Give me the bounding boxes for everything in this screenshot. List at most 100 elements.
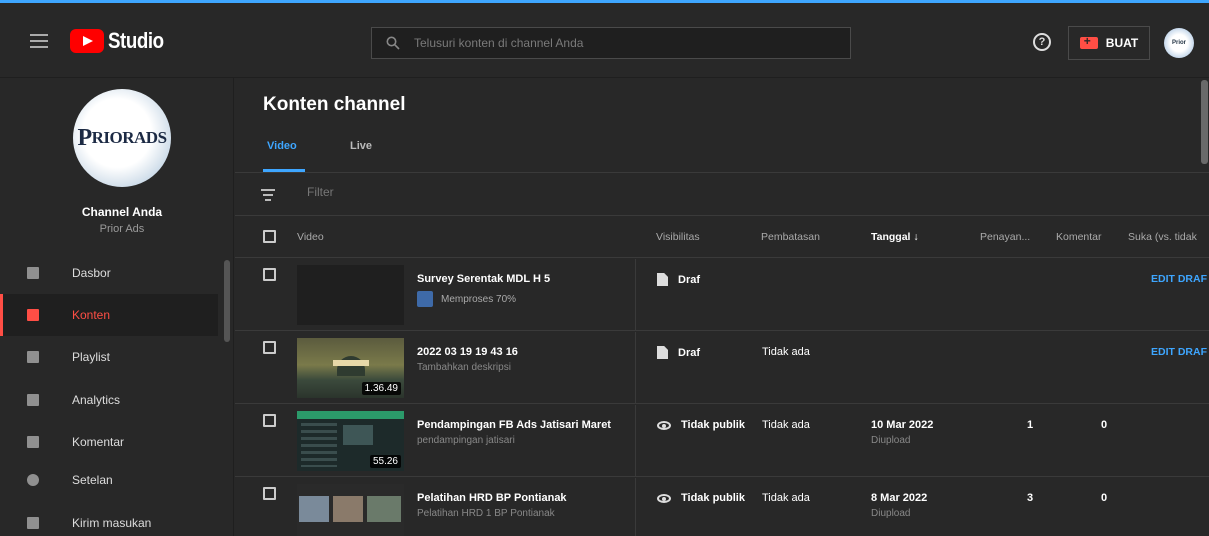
divider: [635, 332, 636, 404]
column-restrictions[interactable]: Pembatasan: [761, 231, 820, 243]
visibility-value: Tidak publik: [681, 492, 745, 504]
column-likes[interactable]: Suka (vs. tidak: [1128, 231, 1197, 243]
restriction-value: Tidak ada: [762, 492, 810, 504]
avatar-logo-p: P: [77, 124, 92, 151]
column-video[interactable]: Video: [297, 231, 324, 243]
screen-list-shape: [301, 423, 337, 467]
visibility-cell[interactable]: Draf: [657, 346, 700, 359]
banner-shape: [333, 360, 369, 366]
video-description[interactable]: Tambahkan deskripsi: [417, 362, 511, 373]
edit-draft-button[interactable]: EDIT DRAF: [1151, 273, 1207, 285]
filter-input[interactable]: [307, 185, 807, 199]
video-thumbnail[interactable]: [297, 484, 404, 536]
sidebar-item-label: Komentar: [72, 435, 125, 449]
sidebar-item-label: Konten: [72, 308, 111, 322]
row-checkbox[interactable]: [263, 487, 276, 500]
date-status: Diupload: [871, 508, 911, 519]
create-label: BUAT: [1105, 36, 1139, 50]
video-thumbnail[interactable]: [297, 265, 404, 325]
date-value: 8 Mar 2022: [871, 492, 928, 504]
search-icon: [386, 36, 400, 50]
main-scrollbar[interactable]: [1201, 80, 1208, 164]
video-duration: 1.36.49: [361, 382, 401, 395]
channel-name: Prior Ads: [99, 223, 145, 235]
comments-value: 0: [1101, 492, 1108, 504]
video-tile-shape: [367, 496, 401, 522]
table-row[interactable]: 1.36.49 2022 03 19 19 43 16 Tambahkan de…: [235, 332, 1209, 404]
comments-value: 0: [1101, 419, 1108, 431]
edit-draft-button[interactable]: EDIT DRAF: [1151, 346, 1207, 358]
create-video-icon: [1079, 34, 1098, 49]
sidebar-item-label: Setelan: [72, 473, 113, 487]
sidebar-item-playlist[interactable]: Playlist: [0, 336, 218, 378]
video-tile-shape: [333, 496, 363, 522]
column-visibility[interactable]: Visibilitas: [656, 231, 700, 243]
sidebar-item-label: Kirim masukan: [72, 516, 152, 530]
row-checkbox[interactable]: [263, 268, 276, 281]
search-input[interactable]: [414, 36, 814, 50]
channel-avatar[interactable]: P RIORADS: [73, 89, 171, 187]
video-duration: 55.26: [369, 455, 401, 468]
main-content: Konten channel Video Live Video Visibili…: [235, 78, 1209, 536]
divider: [635, 259, 636, 331]
video-title[interactable]: 2022 03 19 19 43 16: [417, 346, 518, 358]
sidebar: P RIORADS Channel Anda Prior Ads Dasbor K…: [0, 78, 234, 536]
search-bar[interactable]: [371, 27, 851, 59]
account-avatar[interactable]: Prior: [1164, 28, 1194, 58]
table-row[interactable]: Survey Serentak MDL H 5 Memproses 70% Dr…: [235, 259, 1209, 331]
gear-icon: [27, 474, 39, 486]
video-title[interactable]: Survey Serentak MDL H 5: [417, 273, 550, 285]
tab-video[interactable]: Video: [267, 140, 297, 152]
video-title[interactable]: Pelatihan HRD BP Pontianak: [417, 492, 567, 504]
analytics-icon: [27, 394, 39, 406]
video-title[interactable]: Pendampingan FB Ads Jatisari Maret: [417, 419, 611, 431]
page-title: Konten channel: [263, 94, 406, 115]
divider: [635, 405, 636, 477]
sidebar-item-analytics[interactable]: Analytics: [0, 379, 218, 421]
menu-icon[interactable]: [30, 34, 48, 48]
content-icon: [27, 309, 39, 321]
column-views[interactable]: Penayan...: [980, 231, 1030, 243]
help-icon[interactable]: ?: [1033, 33, 1051, 51]
visibility-cell[interactable]: Tidak publik: [657, 419, 745, 431]
visibility-value: Draf: [678, 273, 701, 286]
divider: [235, 172, 1209, 173]
top-bar: Studio ? BUAT Prior: [0, 0, 1209, 78]
table-row[interactable]: 55.26 Pendampingan FB Ads Jatisari Maret…: [235, 405, 1209, 477]
sidebar-scrollbar[interactable]: [224, 260, 230, 342]
draft-icon: [657, 273, 668, 286]
sidebar-item-label: Analytics: [72, 393, 121, 407]
sidebar-item-dasbor[interactable]: Dasbor: [0, 252, 218, 294]
select-all-checkbox[interactable]: [263, 230, 276, 243]
row-checkbox[interactable]: [263, 414, 276, 427]
restriction-value: Tidak ada: [762, 419, 810, 431]
sidebar-item-kirim-masukan[interactable]: Kirim masukan: [0, 502, 218, 536]
tab-live[interactable]: Live: [350, 140, 372, 152]
studio-logo[interactable]: Studio: [70, 28, 173, 54]
visibility-cell[interactable]: Tidak publik: [657, 492, 745, 504]
processing-status: Memproses 70%: [417, 291, 516, 307]
sidebar-item-setelan[interactable]: Setelan: [0, 459, 218, 501]
sidebar-item-komentar[interactable]: Komentar: [0, 421, 218, 463]
column-date[interactable]: Tanggal ↓: [871, 231, 919, 243]
logo-text: Studio: [108, 28, 164, 53]
youtube-logo-icon: [70, 29, 104, 53]
visibility-cell[interactable]: Draf: [657, 273, 700, 286]
date-status: Diupload: [871, 435, 911, 446]
column-comments[interactable]: Komentar: [1056, 231, 1102, 243]
playlist-icon: [27, 351, 39, 363]
video-tile-shape: [299, 496, 329, 522]
row-checkbox[interactable]: [263, 341, 276, 354]
sidebar-item-konten[interactable]: Konten: [0, 294, 218, 336]
table-row[interactable]: Pelatihan HRD BP Pontianak Pelatihan HRD…: [235, 478, 1209, 536]
filter-icon[interactable]: [261, 189, 275, 201]
video-thumbnail[interactable]: 55.26: [297, 411, 404, 471]
video-thumbnail[interactable]: 1.36.49: [297, 338, 404, 398]
create-button[interactable]: BUAT: [1068, 26, 1150, 60]
eye-icon: [657, 420, 671, 430]
video-description[interactable]: pendampingan jatisari: [417, 435, 515, 446]
video-description[interactable]: Pelatihan HRD 1 BP Pontianak: [417, 508, 555, 519]
eye-icon: [657, 493, 671, 503]
visibility-value: Tidak publik: [681, 419, 745, 431]
sidebar-item-label: Dasbor: [72, 266, 111, 280]
